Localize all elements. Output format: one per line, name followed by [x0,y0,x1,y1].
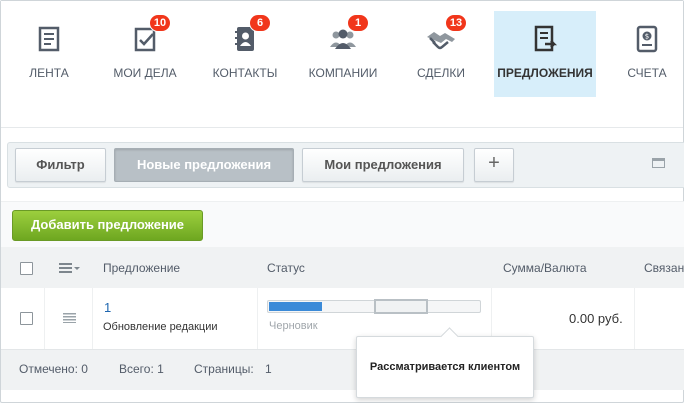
row-checkbox[interactable] [20,312,33,325]
nav-item-deals[interactable]: 13 СДЕЛКИ [393,11,489,97]
column-divider [92,288,93,349]
nav-label: СЧЕТА [627,66,667,80]
column-amount[interactable]: Сумма/Валюта [503,261,587,275]
nav-label: ПРЕДЛОЖЕНИЯ [497,66,593,80]
toolbar-panel: Добавить предложение [1,201,684,248]
status-step-hovered[interactable] [374,299,428,314]
quote-title: Обновление редакции [103,321,218,333]
select-all-checkbox[interactable] [20,262,33,275]
status-progress-fill [269,302,322,311]
status-tooltip: Рассматривается клиентом [356,336,534,398]
column-quote[interactable]: Предложение [103,261,180,275]
column-divider [257,288,258,349]
selected-count: Отмечено: 0 [19,362,88,376]
add-quote-button[interactable]: Добавить предложение [12,210,203,241]
tasks-badge: 10 [149,14,171,32]
total-count: Всего: 1 [119,362,164,376]
nav-label: СДЕЛКИ [416,66,466,80]
filter-bar: Фильтр Новые предложения Мои предложения… [7,142,684,188]
column-linked[interactable]: Связан [644,261,684,275]
crm-top-nav: ЛЕНТА 10 МОИ ДЕЛА 6 КОНТАКТЫ 1 КОМПАНИИ … [1,1,683,128]
grid-footer: Отмечено: 0 Всего: 1 Страницы: 1 [1,350,684,390]
nav-item-quotes[interactable]: ПРЕДЛОЖЕНИЯ [494,11,596,97]
collapse-panel-icon[interactable] [652,158,665,168]
nav-label: КОМПАНИИ [308,66,378,80]
companies-badge: 1 [347,14,369,32]
quote-number-link[interactable]: 1 [104,300,111,315]
preset-my-quotes[interactable]: Мои предложения [302,148,464,182]
pages-label: Страницы: [194,362,254,376]
nav-label: КОНТАКТЫ [212,66,278,80]
status-progress-bar[interactable] [267,299,481,314]
svg-text:$: $ [645,33,649,41]
tooltip-text: Рассматривается клиентом [369,361,521,373]
nav-item-tasks[interactable]: 10 МОИ ДЕЛА [97,11,193,97]
nav-label: ЛЕНТА [29,66,69,80]
invoices-icon: $ [636,25,658,53]
row-menu-icon[interactable] [63,313,76,323]
feed-icon [38,26,60,52]
status-label: Черновик [269,320,318,332]
nav-label: МОИ ДЕЛА [113,66,177,80]
deals-badge: 13 [445,14,467,32]
nav-item-companies[interactable]: 1 КОМПАНИИ [295,11,391,97]
column-status[interactable]: Статус [267,261,305,275]
pages-value[interactable]: 1 [265,362,272,376]
table-row[interactable]: 1 Обновление редакции Черновик 0.00 руб. [1,288,684,350]
filter-button[interactable]: Фильтр [15,148,106,182]
contacts-badge: 6 [249,14,271,32]
quotes-icon [534,25,558,52]
column-divider [44,288,45,349]
column-divider [634,288,635,349]
preset-new-quotes[interactable]: Новые предложения [114,148,294,182]
column-settings-icon[interactable] [59,262,81,274]
grid-header: Предложение Статус Сумма/Валюта Связан [1,247,684,288]
add-preset-button[interactable]: + [474,148,514,182]
nav-item-invoices[interactable]: $ СЧЕТА [607,11,684,97]
amount-value: 0.00 руб. [569,311,623,326]
nav-item-feed[interactable]: ЛЕНТА [1,11,97,97]
nav-item-contacts[interactable]: 6 КОНТАКТЫ [197,11,293,97]
